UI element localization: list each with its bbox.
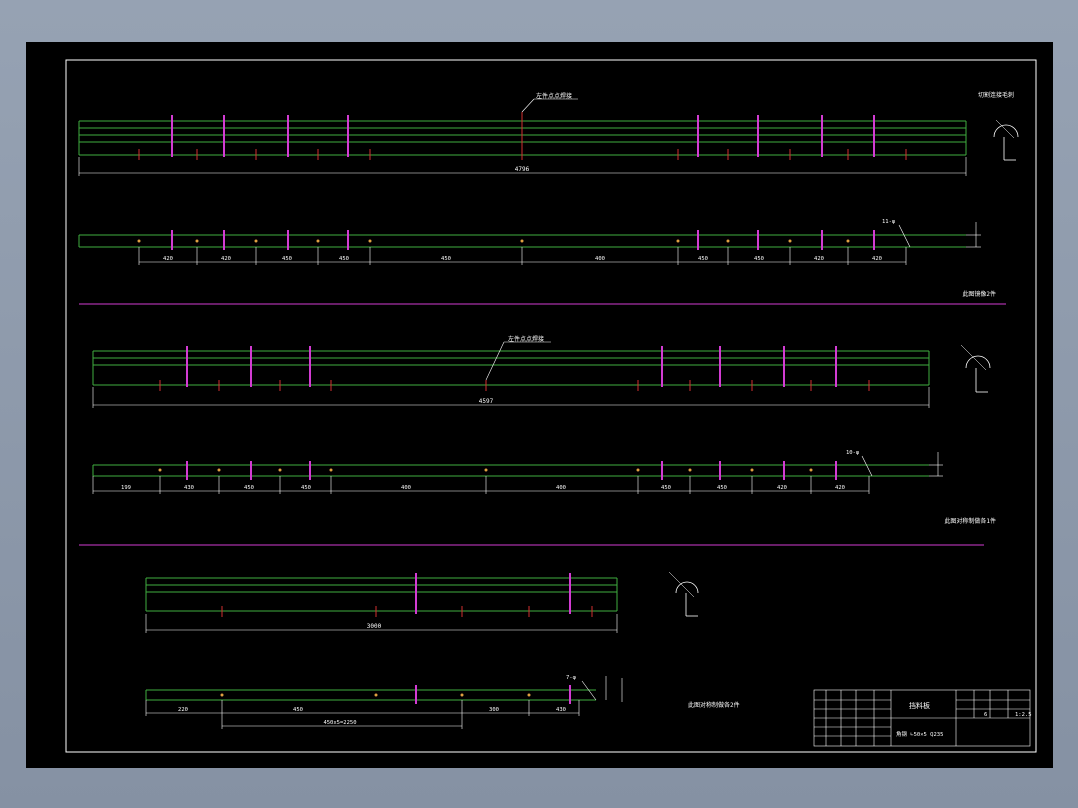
section-b-edge-note: 10-φ (846, 450, 860, 456)
section-c-cumulative: 450x5=2250 (323, 720, 356, 726)
section-c-plan-holes (220, 693, 531, 697)
section-b-dim-5: 400 (401, 485, 411, 491)
section-b-plan-holes (158, 468, 813, 472)
section-b-dim-total (92, 387, 930, 408)
section-b-dim-8: 450 (717, 485, 727, 491)
section-b-dim-1: 199 (121, 485, 131, 491)
section-a-dim-10: 420 (872, 256, 882, 262)
section-b-dim-10: 420 (835, 485, 845, 491)
section-c-note: 此图对称制做各2件 (688, 701, 740, 709)
section-b-dim-6: 400 (556, 485, 566, 491)
section-a-dim-2: 420 (221, 256, 231, 262)
section-c-plan-stiffeners (415, 685, 571, 704)
section-c-dim-1: 220 (178, 707, 188, 713)
section-b-total-length: 4597 (479, 398, 494, 405)
section-a-hole-marks (138, 112, 907, 160)
section-c-profile-detail (668, 571, 699, 617)
title-block-part-name: 挡料板 (909, 701, 930, 710)
section-b-plan-stiffeners (186, 461, 837, 480)
section-a-end-dims (966, 222, 981, 248)
section-a-dim-5: 450 (441, 256, 451, 262)
section-c-chain-dim (145, 700, 580, 729)
section-a-note: 此图镜像2件 (962, 290, 996, 298)
section-c-edge-note: 7-φ (566, 675, 577, 681)
section-b-stiffeners (186, 346, 837, 387)
section-a-dim-6: 400 (595, 256, 605, 262)
top-right-note: 切割连接毛刺 (978, 91, 1014, 99)
section-a-plan-holes (137, 239, 850, 243)
section-a-weld-note: 左件点点焊接 (536, 92, 572, 100)
section-b-dim-9: 420 (777, 485, 787, 491)
section-a-dim-4: 450 (339, 256, 349, 262)
title-block-scale: 1:2.5 (1015, 712, 1032, 718)
section-c-stiffeners (415, 573, 571, 614)
section-c-dim-total (145, 614, 618, 633)
section-a-dim-8: 450 (754, 256, 764, 262)
cad-viewer: 4796 左件点点焊接 420 420 450 450 450 400 450 … (0, 0, 1078, 808)
section-b-dim-2: 430 (184, 485, 194, 491)
section-b-dim-7: 450 (661, 485, 671, 491)
title-block-quantity: 6 (984, 712, 987, 718)
section-a-dim-1: 420 (163, 256, 173, 262)
section-b-elevation (92, 350, 930, 386)
section-a-dim-9: 420 (814, 256, 824, 262)
drawing-canvas: 4796 左件点点焊接 420 420 450 450 450 400 450 … (65, 59, 1037, 753)
section-c-elevation (145, 577, 618, 612)
drawing-sheet[interactable]: 4796 左件点点焊接 420 420 450 450 450 400 450 … (26, 42, 1053, 768)
section-c-end-dims (605, 676, 623, 702)
section-c-dim-4: 430 (556, 707, 566, 713)
section-b-chain-dim (92, 476, 870, 494)
title-block-material: 角钢 ∟50×5 Q235 (896, 730, 943, 738)
section-b-end-dims (929, 452, 943, 477)
section-c-dim-2: 450 (293, 707, 303, 713)
section-a-total-length: 4796 (515, 166, 530, 173)
drawing-border (65, 59, 1037, 753)
section-a-edge-note: 11-φ (882, 219, 896, 225)
section-c-dim-3: 300 (489, 707, 499, 713)
section-b-note: 此图对称制做各1件 (944, 517, 996, 525)
section-b-dim-3: 450 (244, 485, 254, 491)
section-a-profile-detail (993, 119, 1019, 161)
section-c-total-length: 3000 (367, 623, 382, 630)
section-a-dim-7: 450 (698, 256, 708, 262)
section-b-profile-detail (960, 344, 991, 393)
section-b-weld-note: 左件点点焊接 (508, 335, 544, 343)
section-a-chain-dim (138, 247, 907, 265)
section-a-dim-3: 450 (282, 256, 292, 262)
section-b-dim-4: 450 (301, 485, 311, 491)
